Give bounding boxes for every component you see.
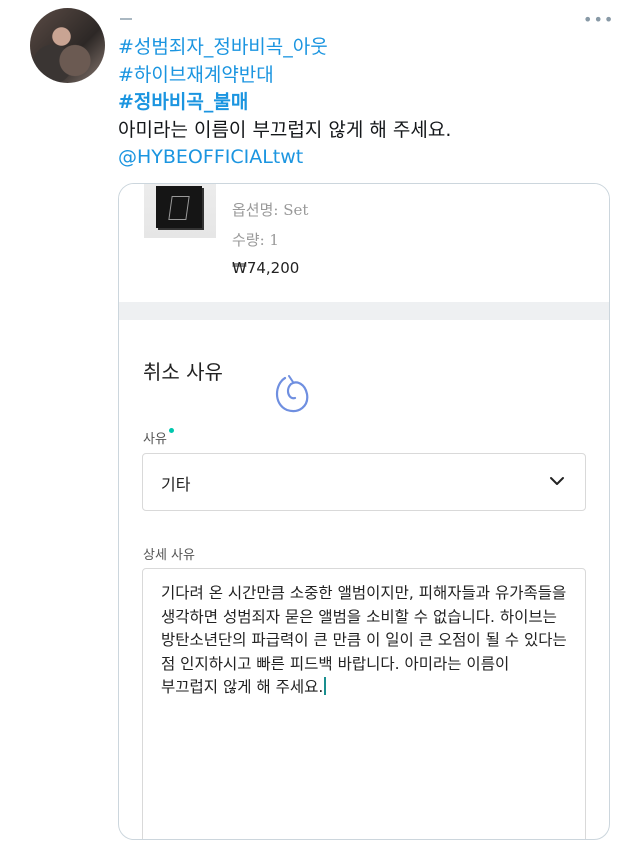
reason-selected-value: 기타 bbox=[161, 475, 191, 494]
display-name-placeholder bbox=[120, 18, 132, 20]
required-indicator bbox=[168, 428, 174, 433]
section-divider bbox=[119, 302, 609, 320]
option-name: 옵션명: Set bbox=[232, 201, 309, 219]
detail-reason-textarea[interactable]: 기다려 온 시간만큼 소중한 앨범이지만, 피해자들과 유가족들을 생각하면 성… bbox=[142, 568, 586, 839]
price: ₩74,200 bbox=[232, 259, 300, 277]
tweet-body-line: 아미라는 이름이 부끄럽지 않게 해 주세요. bbox=[118, 118, 452, 141]
tweet-text: #성범죄자_정바비곡_아웃 #하이브재계약반대 #정바비곡_불매 아미라는 이름… bbox=[118, 34, 598, 172]
hashtag-link[interactable]: #성범죄자_정바비곡_아웃 bbox=[118, 34, 598, 62]
detail-reason-label: 상세 사유 bbox=[143, 548, 195, 563]
attached-image[interactable]: 옵션명: Set 수량: 1 ₩74,200 취소 사유 사유 기타 상세 사유… bbox=[118, 183, 610, 840]
more-options-icon[interactable]: ••• bbox=[583, 10, 614, 29]
avatar[interactable] bbox=[30, 8, 105, 83]
album-thumbnail bbox=[144, 184, 216, 238]
hashtag-link[interactable]: #정바비곡_불매 bbox=[118, 89, 598, 117]
album-box-image bbox=[156, 186, 202, 228]
chevron-down-icon bbox=[550, 477, 564, 485]
pen-scribble-mark bbox=[275, 375, 309, 413]
cancel-reason-title: 취소 사유 bbox=[143, 360, 223, 384]
mention-link[interactable]: @HYBEOFFICIALtwt bbox=[118, 144, 598, 172]
reason-label: 사유 bbox=[143, 428, 174, 447]
quantity: 수량: 1 bbox=[232, 231, 279, 249]
reason-select[interactable]: 기타 bbox=[142, 453, 586, 511]
detail-reason-text: 기다려 온 시간만큼 소중한 앨범이지만, 피해자들과 유가족들을 생각하면 성… bbox=[161, 584, 567, 696]
order-product: 옵션명: Set 수량: 1 ₩74,200 bbox=[119, 184, 609, 302]
text-cursor bbox=[324, 677, 327, 695]
hashtag-link[interactable]: #하이브재계약반대 bbox=[118, 62, 598, 90]
